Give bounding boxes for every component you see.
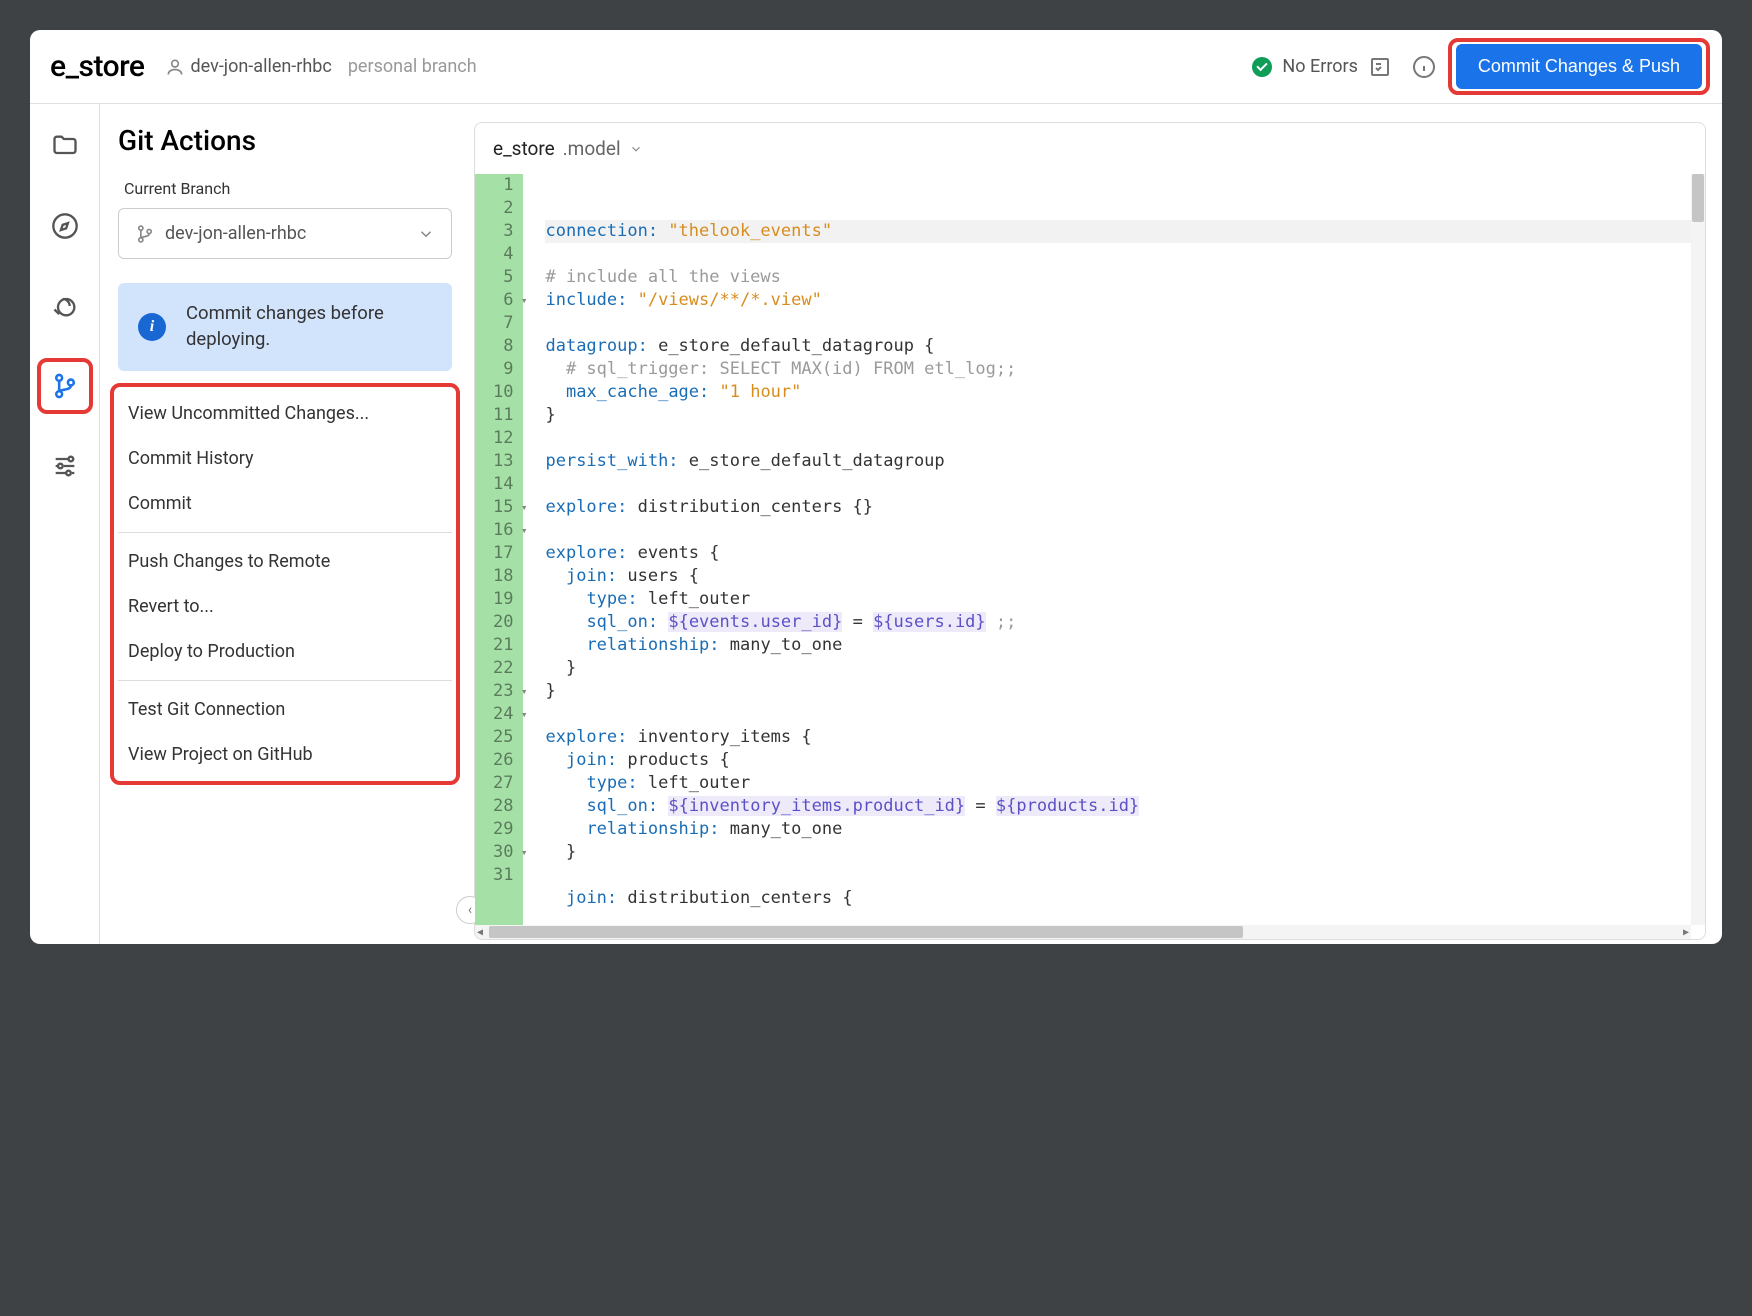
code-line[interactable] (545, 312, 1705, 335)
current-branch-label: Current Branch (118, 179, 452, 198)
sidebar-title: Git Actions (118, 124, 452, 157)
code-line[interactable] (545, 473, 1705, 496)
rail-git[interactable] (43, 364, 87, 408)
code-line[interactable]: } (545, 680, 1705, 703)
branch-indicator[interactable]: dev-jon-allen-rhbc (165, 56, 332, 77)
code-line[interactable]: explore: inventory_items { (545, 726, 1705, 749)
project-name: e_store (50, 49, 145, 84)
code-line[interactable] (545, 519, 1705, 542)
person-icon (165, 57, 185, 77)
branch-name: dev-jon-allen-rhbc (191, 56, 332, 77)
code-line[interactable]: join: distribution_centers { (545, 887, 1705, 910)
code-line[interactable]: max_cache_age: "1 hour" (545, 381, 1705, 404)
line-gutter: 1234567891011121314151617181920212223242… (475, 174, 523, 939)
code-line[interactable]: } (545, 841, 1705, 864)
branch-select-value: dev-jon-allen-rhbc (165, 223, 306, 244)
scrollbar-vertical[interactable] (1691, 174, 1705, 925)
commit-push-button[interactable]: Commit Changes & Push (1456, 44, 1702, 89)
code-line[interactable]: include: "/views/**/*.view" (545, 289, 1705, 312)
file-tab[interactable]: e_store .model (475, 123, 1705, 174)
chevron-down-icon (629, 142, 643, 156)
rail-search[interactable] (43, 284, 87, 328)
code-line[interactable]: persist_with: e_store_default_datagroup (545, 450, 1705, 473)
git-action-item[interactable]: Deploy to Production (118, 629, 452, 674)
code-line[interactable]: # sql_trigger: SELECT MAX(id) FROM etl_l… (545, 358, 1705, 381)
code-line[interactable]: relationship: many_to_one (545, 634, 1705, 657)
git-action-item[interactable]: Revert to... (118, 584, 452, 629)
file-ext: .model (563, 137, 621, 160)
editor-card: e_store .model 12345678910111213141516171… (474, 122, 1706, 940)
scrollbar-horizontal[interactable]: ◀ ▶ (475, 925, 1691, 939)
git-action-item[interactable]: Commit (118, 481, 452, 526)
app-window: e_store dev-jon-allen-rhbc personal bran… (30, 30, 1722, 944)
validation-status[interactable]: No Errors (1252, 55, 1391, 79)
code-line[interactable]: explore: distribution_centers {} (545, 496, 1705, 519)
chevron-down-icon (417, 225, 435, 243)
code-line[interactable]: join: users { (545, 565, 1705, 588)
git-action-item[interactable]: View Uncommitted Changes... (118, 391, 452, 436)
code-line[interactable] (545, 703, 1705, 726)
code-line[interactable] (545, 243, 1705, 266)
git-action-list: View Uncommitted Changes...Commit Histor… (118, 385, 452, 783)
git-sidebar: Git Actions Current Branch dev-jon-allen… (100, 104, 470, 944)
code-line[interactable]: } (545, 657, 1705, 680)
git-action-item[interactable]: Test Git Connection (118, 687, 452, 732)
header-bar: e_store dev-jon-allen-rhbc personal bran… (30, 30, 1722, 104)
editor-panel: ‹ e_store.model 123456789101112131415161… (470, 104, 1722, 944)
code-line[interactable] (545, 864, 1705, 887)
code-line[interactable] (545, 427, 1705, 450)
branch-note: personal branch (348, 56, 477, 77)
errors-label: No Errors (1282, 56, 1357, 77)
check-icon (1252, 57, 1272, 77)
code-line[interactable]: join: products { (545, 749, 1705, 772)
code-line[interactable]: relationship: many_to_one (545, 818, 1705, 841)
icon-rail (30, 104, 100, 944)
info-icon[interactable] (1412, 55, 1436, 79)
rail-files[interactable] (43, 124, 87, 168)
git-action-item[interactable]: Push Changes to Remote (118, 539, 452, 584)
rail-explore[interactable] (43, 204, 87, 248)
main-area: Git Actions Current Branch dev-jon-allen… (30, 104, 1722, 944)
info-text: Commit changes before deploying. (186, 301, 432, 353)
branch-select[interactable]: dev-jon-allen-rhbc (118, 208, 452, 259)
validate-icon[interactable] (1368, 55, 1392, 79)
code-line[interactable]: sql_on: ${events.user_id} = ${users.id} … (545, 611, 1705, 634)
rail-settings[interactable] (43, 444, 87, 488)
code-body[interactable]: connection: "thelook_events" # include a… (523, 174, 1705, 939)
code-area[interactable]: 1234567891011121314151617181920212223242… (475, 174, 1705, 939)
code-line[interactable]: type: left_outer (545, 588, 1705, 611)
code-line[interactable]: # include all the views (545, 266, 1705, 289)
branch-icon (135, 224, 155, 244)
code-line[interactable]: explore: events { (545, 542, 1705, 565)
code-line[interactable]: } (545, 404, 1705, 427)
code-line[interactable]: sql_on: ${inventory_items.product_id} = … (545, 795, 1705, 818)
code-line[interactable]: datagroup: e_store_default_datagroup { (545, 335, 1705, 358)
info-banner: i Commit changes before deploying. (118, 283, 452, 371)
file-name: e_store (493, 137, 555, 160)
git-action-item[interactable]: Commit History (118, 436, 452, 481)
code-line[interactable]: type: left_outer (545, 772, 1705, 795)
code-line[interactable]: connection: "thelook_events" (545, 220, 1705, 243)
git-action-item[interactable]: View Project on GitHub (118, 732, 452, 777)
info-icon: i (138, 313, 166, 341)
